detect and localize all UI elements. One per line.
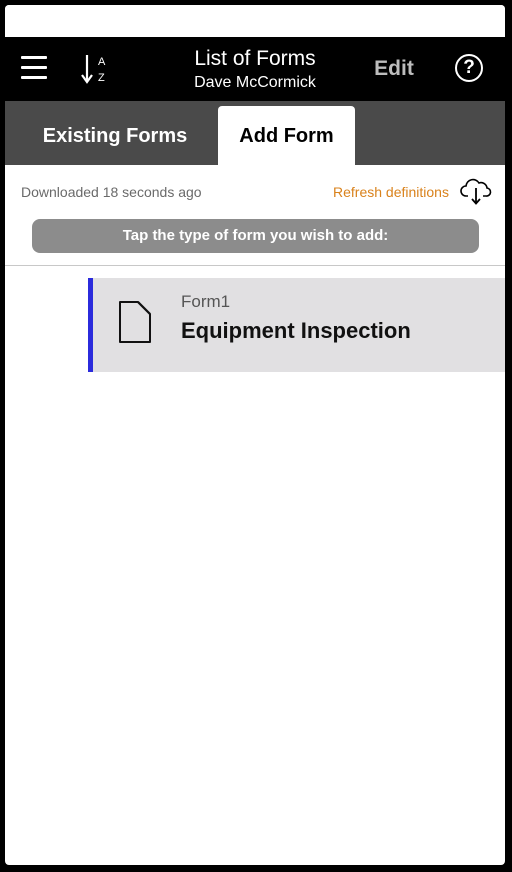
refresh-definitions-link[interactable]: Refresh definitions	[333, 184, 449, 200]
form-list-item[interactable]: Form1 Equipment Inspection	[88, 278, 505, 372]
status-bar	[5, 5, 505, 37]
edit-button[interactable]: Edit	[371, 57, 417, 81]
svg-text:Z: Z	[98, 72, 105, 84]
download-status-row: Downloaded 18 seconds ago Refresh defini…	[5, 177, 505, 205]
app-screen: A Z List of Forms Dave McCormick Edit ? …	[5, 5, 505, 865]
divider	[5, 265, 505, 266]
page-title: List of Forms	[194, 47, 316, 70]
tab-bar: Existing Forms Add Form	[5, 101, 505, 165]
instruction-banner: Tap the type of form you wish to add:	[32, 219, 479, 253]
form-accent-bar	[88, 278, 93, 372]
hamburger-menu-icon[interactable]	[21, 56, 47, 80]
tab-add-form[interactable]: Add Form	[218, 106, 355, 165]
sort-az-icon[interactable]: A Z	[79, 53, 109, 87]
help-icon[interactable]: ?	[455, 54, 483, 82]
svg-text:A: A	[98, 56, 106, 68]
user-name: Dave McCormick	[194, 74, 316, 91]
downloaded-status: Downloaded 18 seconds ago	[21, 184, 202, 200]
document-icon	[118, 300, 152, 344]
form-name: Equipment Inspection	[181, 318, 411, 343]
nav-bar: A Z List of Forms Dave McCormick Edit ?	[5, 37, 505, 101]
cloud-download-icon[interactable]	[460, 177, 492, 205]
tab-existing-forms[interactable]: Existing Forms	[15, 106, 215, 165]
header-titles: List of Forms Dave McCormick	[155, 47, 355, 93]
form-id: Form1	[181, 292, 231, 311]
